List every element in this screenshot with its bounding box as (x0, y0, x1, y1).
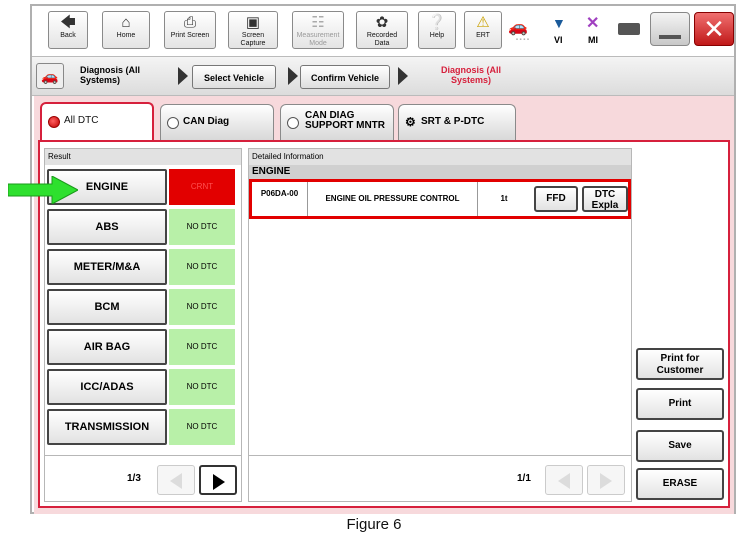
breadcrumb-home[interactable]: 🚗 Diagnosis (All Systems) (36, 61, 166, 91)
back-arrow-icon: 🡄 (60, 14, 76, 31)
warning-icon: ⚠ (476, 14, 490, 31)
system-button-bcm[interactable]: BCM (47, 289, 167, 325)
toolbar: 🡄 Back ⌂ Home ⎙ Print Screen ▣ Screen Ca… (36, 8, 734, 54)
system-button-icc-adas[interactable]: ICC/ADAS (47, 369, 167, 405)
tab-area: All DTC CAN Diag CAN DIAG SUPPORT MNTR ⚙… (34, 96, 734, 514)
status-badge: NO DTC (169, 369, 235, 405)
dtc-status: 1t (500, 194, 508, 203)
ffd-button[interactable]: FFD (534, 186, 578, 212)
chevron-right-icon (600, 473, 612, 489)
prev-page-button[interactable] (157, 465, 195, 495)
status-badge: NO DTC (169, 289, 235, 325)
next-page-button[interactable] (199, 465, 237, 495)
measurement-mode-button[interactable]: ☷ Measurement Mode (292, 11, 344, 49)
status-icons: 🚗 - - - - ▼ VI ✕ MI (502, 11, 652, 49)
back-button[interactable]: 🡄 Back (48, 11, 88, 49)
erase-button[interactable]: ERASE (636, 468, 724, 500)
status-badge: NO DTC (169, 329, 235, 365)
status-badge: NO DTC (169, 409, 235, 445)
print-button[interactable]: Print (636, 388, 724, 420)
print-for-customer-button[interactable]: Print for Customer (636, 348, 724, 380)
select-vehicle-button[interactable]: Select Vehicle (192, 65, 276, 89)
consult-window: 🡄 Back ⌂ Home ⎙ Print Screen ▣ Screen Ca… (30, 4, 736, 514)
home-button[interactable]: ⌂ Home (102, 11, 150, 49)
figure-caption: Figure 6 (346, 516, 402, 533)
dtc-row[interactable]: P06DA-00 ENGINE OIL PRESSURE CONTROL 1t … (249, 179, 631, 219)
breadcrumb-current: Diagnosis (All Systems) (440, 65, 501, 85)
tab-content: Result ENGINE CRNT ABS NO DTC METER/M&A … (38, 140, 730, 508)
breadcrumb-arrow-icon (398, 67, 408, 85)
detail-prev-page-button[interactable] (545, 465, 583, 495)
recorded-data-icon: ✿ (375, 14, 389, 31)
chevron-left-icon (558, 473, 570, 489)
detail-panel: Detailed Information ENGINE P06DA-00 ENG… (248, 148, 632, 502)
confirm-vehicle-button[interactable]: Confirm Vehicle (300, 65, 390, 89)
callout-arrow-icon (8, 176, 78, 204)
chevron-right-icon (213, 474, 225, 490)
minimize-button[interactable] (650, 12, 690, 46)
vehicle-icon: 🚗 (508, 19, 528, 36)
radio-icon (167, 117, 179, 129)
printer-icon: ⎙ (183, 14, 196, 31)
camera-icon: ▣ (245, 14, 261, 31)
close-button[interactable]: ✕ (694, 12, 734, 46)
screen-capture-button[interactable]: ▣ Screen Capture (228, 11, 278, 49)
breadcrumb-arrow-icon (288, 67, 298, 85)
status-badge: NO DTC (169, 209, 235, 245)
dtc-description: ENGINE OIL PRESSURE CONTROL (308, 182, 478, 216)
detail-header: Detailed Information (249, 149, 631, 165)
help-icon: ❔ (427, 14, 447, 31)
status-badge: CRNT (169, 169, 235, 205)
status-badge: NO DTC (169, 249, 235, 285)
tab-srt-p-dtc[interactable]: ⚙ SRT & P-DTC (398, 104, 516, 140)
print-screen-button[interactable]: ⎙ Print Screen (164, 11, 216, 49)
mi-label: MI (588, 35, 598, 45)
system-button-meter[interactable]: METER/M&A (47, 249, 167, 285)
close-icon: ✕ (703, 14, 725, 44)
recorded-data-button[interactable]: ✿ Recorded Data (356, 11, 408, 49)
detail-system-label: ENGINE (249, 165, 631, 179)
vi-label: VI (554, 35, 563, 45)
save-button[interactable]: Save (636, 430, 724, 462)
breadcrumb: 🚗 Diagnosis (All Systems) Select Vehicle… (32, 56, 734, 96)
breadcrumb-arrow-icon (178, 67, 188, 85)
signal-icon: ▼ (552, 15, 566, 31)
system-button-air-bag[interactable]: AIR BAG (47, 329, 167, 365)
dtc-expla-button[interactable]: DTC Expla (582, 186, 628, 212)
home-icon: ⌂ (121, 14, 131, 31)
tab-all-dtc[interactable]: All DTC (40, 102, 154, 142)
chevron-left-icon (170, 473, 182, 489)
radio-icon (287, 117, 299, 129)
measurement-icon: ☷ (311, 14, 325, 31)
battery-icon (618, 23, 640, 35)
srt-icon: ⚙ (405, 115, 416, 129)
tab-can-diag[interactable]: CAN Diag (160, 104, 274, 140)
mi-disconnected-icon: ✕ (586, 15, 600, 32)
result-page-indicator: 1/3 (127, 473, 141, 484)
divider (45, 455, 241, 456)
help-button[interactable]: ❔ Help (418, 11, 456, 49)
tab-can-diag-support-mntr[interactable]: CAN DIAG SUPPORT MNTR (280, 104, 394, 140)
diagnosis-car-icon: 🚗 (36, 63, 64, 89)
result-header: Result (45, 149, 241, 165)
system-button-abs[interactable]: ABS (47, 209, 167, 245)
vehicle-dots: - - - - (516, 37, 529, 43)
minimize-icon (659, 35, 681, 39)
radio-selected-icon (48, 116, 60, 128)
ert-button[interactable]: ⚠ ERT (464, 11, 502, 49)
detail-page-indicator: 1/1 (517, 473, 531, 484)
system-button-transmission[interactable]: TRANSMISSION (47, 409, 167, 445)
dtc-code: P06DA-00 (252, 182, 308, 216)
divider (249, 455, 631, 456)
detail-next-page-button[interactable] (587, 465, 625, 495)
